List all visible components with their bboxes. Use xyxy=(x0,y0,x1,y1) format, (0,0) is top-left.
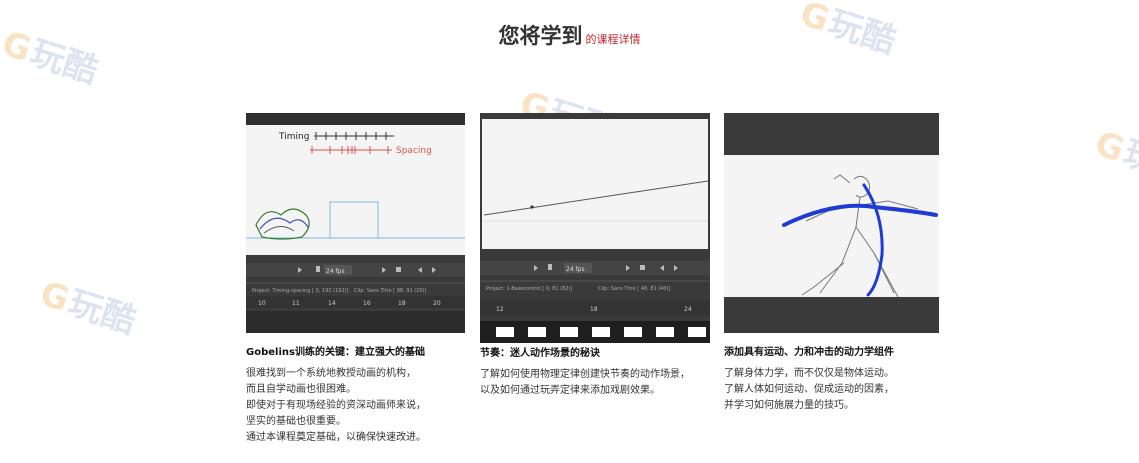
heading-main: 您将学到 xyxy=(498,24,583,48)
course-card: 添加具有运动、力和冲击的动力学组件 了解身体力学，而不仅仅是物体运动。 了解人体… xyxy=(724,113,939,414)
card-thumbnail xyxy=(724,113,939,333)
clip-readout: Clip: Sans Titre [ 48, 81 (40)] xyxy=(598,286,670,292)
description-line: 即使对于有现场经验的资深动画师来说， xyxy=(246,400,426,411)
description-line: 以及如何通过玩弄定律来添加戏剧效果。 xyxy=(480,385,660,396)
watermark: G玩酷 xyxy=(35,273,141,342)
ruler-mark: 18 xyxy=(590,306,598,313)
card-title: 添加具有运动、力和冲击的动力学组件 xyxy=(724,347,894,358)
heading-sub: 的课程详情 xyxy=(585,33,641,46)
dynamics-screenshot xyxy=(724,113,939,333)
ruler-mark: 20 xyxy=(433,300,441,307)
description-line: 通过本课程奠定基础，以确保快速改进。 xyxy=(246,432,426,443)
ruler-mark: 16 xyxy=(363,300,371,307)
fps-readout: 24 fps xyxy=(326,268,345,275)
description-line: 了解人体如何运动、促成运动的因素， xyxy=(724,384,894,395)
card-thumbnail: 24 fps Project: 1-Basecontrol [ 0, 81 (8… xyxy=(480,113,710,343)
fps-readout: 24 fps xyxy=(566,266,585,273)
project-readout: Project: Timing-spacing [ 0, 192 (192)] xyxy=(252,288,348,294)
card-title: Gobelins训练的关键：建立强大的基础 xyxy=(246,347,425,358)
project-readout: Project: 1-Basecontrol [ 0, 81 (82)] xyxy=(486,286,572,292)
description-line: 而且自学动画也很困难。 xyxy=(246,384,356,395)
description-line: 很难找到一个系统地教授动画的机构， xyxy=(246,368,416,379)
card-title: 节奏：迷人动作场景的秘诀 xyxy=(480,348,600,359)
card-description: 了解身体力学，而不仅仅是物体运动。 了解人体如何运动、促成运动的因素， 并学习如… xyxy=(724,366,939,414)
ruler-mark: 18 xyxy=(398,300,406,307)
card-description: 很难找到一个系统地教授动画的机构， 而且自学动画也很困难。 即使对于有现场经验的… xyxy=(246,366,465,446)
description-line: 坚实的基础也很重要。 xyxy=(246,416,346,427)
description-line: 并学习如何施展力量的技巧。 xyxy=(724,400,854,411)
description-line: 了解如何使用物理定律创建快节奏的动作场景， xyxy=(480,369,690,380)
course-highlights-section: G玩酷 G玩酷 G玩酷 G玩酷 G玩酷 您将学到的课程详情 Timing xyxy=(0,0,1139,463)
ruler-mark: 24 xyxy=(684,306,692,313)
timing-label: Timing xyxy=(278,132,309,142)
ruler-mark: 10 xyxy=(258,300,266,307)
ruler-mark: 14 xyxy=(328,300,336,307)
clip-readout: Clip: Sans Titre [ 98, 91 (20)] xyxy=(354,288,426,294)
timing-spacing-screenshot: Timing Spacing 24 fps Project: Timing-sp… xyxy=(246,113,465,333)
card-thumbnail: Timing Spacing 24 fps Project: Timing-sp… xyxy=(246,113,465,333)
course-card: 24 fps Project: 1-Basecontrol [ 0, 81 (8… xyxy=(480,113,710,399)
rhythm-screenshot: 24 fps Project: 1-Basecontrol [ 0, 81 (8… xyxy=(480,113,710,343)
course-card: Timing Spacing 24 fps Project: Timing-sp… xyxy=(246,113,465,446)
section-heading: 您将学到 的课程详情 xyxy=(0,20,1139,50)
watermark: G玩酷 xyxy=(1090,123,1139,192)
spacing-label: Spacing xyxy=(396,146,432,156)
description-line: 了解身体力学，而不仅仅是物体运动。 xyxy=(724,368,894,379)
ruler-mark: 12 xyxy=(496,306,504,313)
card-description: 了解如何使用物理定律创建快节奏的动作场景， 以及如何通过玩弄定律来添加戏剧效果。 xyxy=(480,367,710,399)
ruler-mark: 11 xyxy=(292,300,300,307)
